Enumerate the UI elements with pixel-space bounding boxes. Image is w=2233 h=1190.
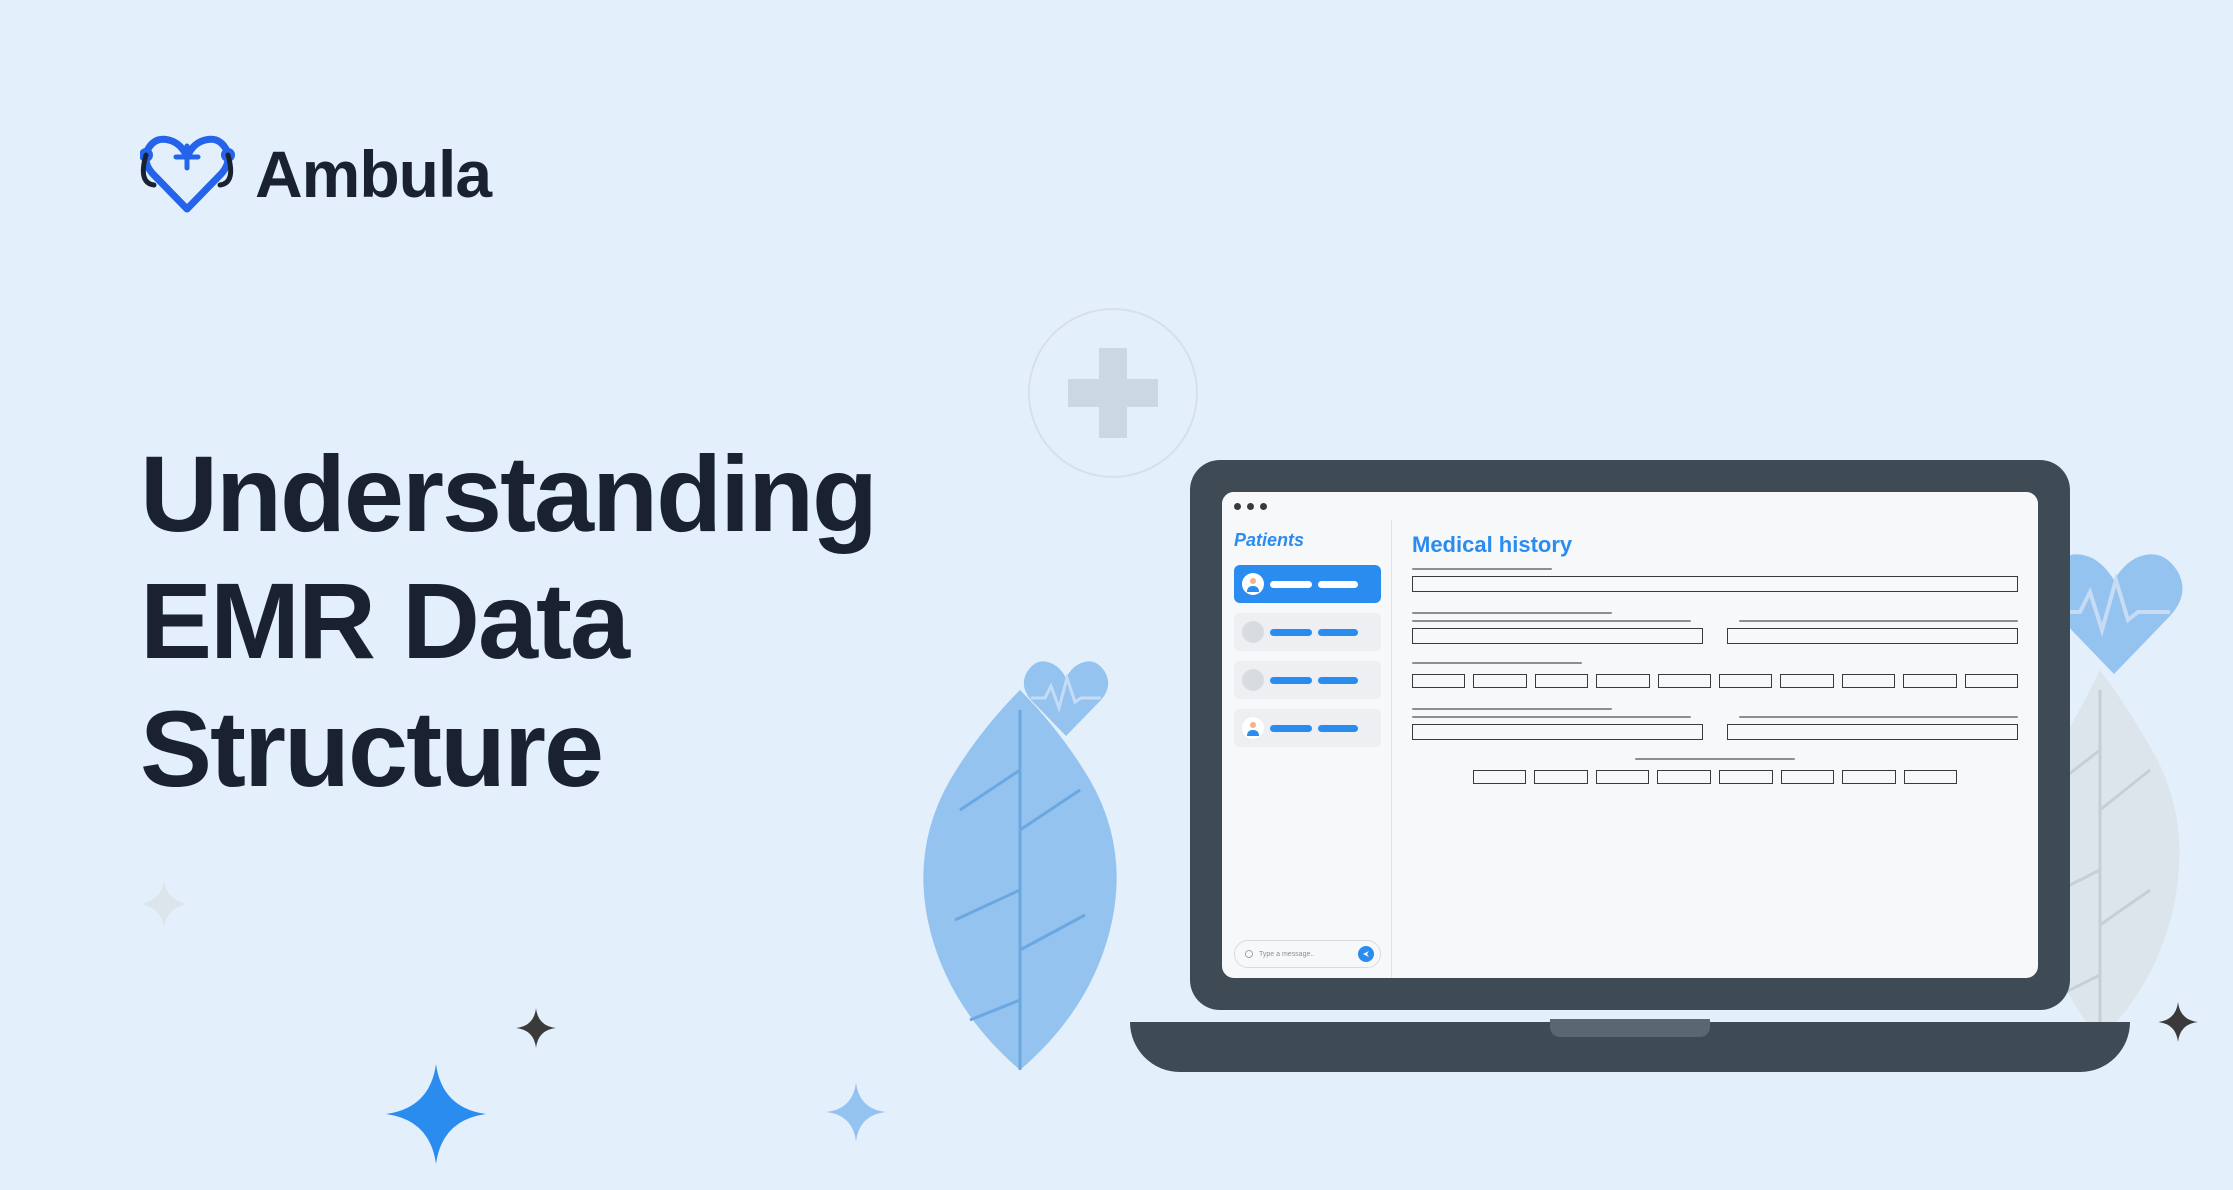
text-placeholder [1318, 581, 1358, 588]
field-outline [1412, 628, 1703, 644]
field-outline [1904, 770, 1958, 784]
field-outline [1719, 770, 1773, 784]
text-line [1412, 708, 1612, 710]
text-line [1412, 716, 1691, 718]
app-window: Patients [1222, 492, 2038, 978]
sparkle-icon [826, 1082, 886, 1142]
field-outline [1719, 674, 1772, 688]
text-placeholder [1270, 677, 1312, 684]
field-outline [1727, 724, 2018, 740]
laptop-illustration: Patients [1130, 460, 2130, 1140]
window-control-icon [1247, 503, 1254, 510]
field-outline [1534, 770, 1588, 784]
field-outline [1842, 674, 1895, 688]
field-outline [1658, 674, 1711, 688]
sidebar: Patients [1222, 520, 1392, 978]
text-placeholder [1270, 581, 1312, 588]
avatar [1242, 717, 1264, 739]
main-content: Medical history [1392, 520, 2038, 978]
text-line [1739, 716, 2018, 718]
avatar [1242, 573, 1264, 595]
window-control-icon [1260, 503, 1267, 510]
field-outline [1965, 674, 2018, 688]
sparkle-icon [386, 1064, 486, 1164]
field-outline [1596, 674, 1649, 688]
window-control-icon [1234, 503, 1241, 510]
field-outline [1727, 628, 2018, 644]
text-placeholder [1270, 629, 1312, 636]
patient-card[interactable] [1234, 613, 1381, 651]
text-placeholder [1270, 725, 1312, 732]
sparkle-icon [140, 880, 188, 928]
text-line [1412, 612, 1612, 614]
field-outline [1535, 674, 1588, 688]
field-outline [1596, 770, 1650, 784]
page-title: Understanding EMR Data Structure [140, 430, 1040, 812]
patient-card[interactable] [1234, 661, 1381, 699]
text-line [1739, 620, 2018, 622]
field-outline [1473, 770, 1527, 784]
field-outline [1412, 674, 1465, 688]
sparkle-icon [2158, 1002, 2198, 1042]
emoji-icon [1245, 950, 1253, 958]
field-outline [1412, 576, 2018, 592]
message-placeholder: Type a message.. [1259, 951, 1352, 958]
text-placeholder [1318, 629, 1358, 636]
window-titlebar [1222, 492, 2038, 520]
field-outline [1473, 674, 1526, 688]
text-placeholder [1318, 677, 1358, 684]
avatar-placeholder [1242, 621, 1264, 643]
field-outline [1412, 724, 1703, 740]
text-line [1412, 662, 1582, 664]
patient-card[interactable] [1234, 565, 1381, 603]
field-outline [1780, 674, 1833, 688]
sidebar-title: Patients [1234, 530, 1381, 551]
brand-name: Ambula [255, 136, 491, 212]
text-line [1412, 568, 1552, 570]
text-placeholder [1318, 725, 1358, 732]
send-button[interactable] [1358, 946, 1374, 962]
plus-badge-icon [1028, 308, 1198, 478]
laptop-notch [1550, 1019, 1710, 1037]
field-outline [1657, 770, 1711, 784]
text-line [1412, 620, 1691, 622]
field-outline [1842, 770, 1896, 784]
patient-card[interactable] [1234, 709, 1381, 747]
sparkle-icon [516, 1008, 556, 1048]
field-outline [1781, 770, 1835, 784]
brand-logo: Ambula [140, 135, 491, 213]
avatar-placeholder [1242, 669, 1264, 691]
message-input[interactable]: Type a message.. [1234, 940, 1381, 968]
main-title: Medical history [1412, 532, 2018, 558]
brand-heart-icon [140, 135, 235, 213]
text-line [1635, 758, 1795, 760]
field-outline [1903, 674, 1956, 688]
